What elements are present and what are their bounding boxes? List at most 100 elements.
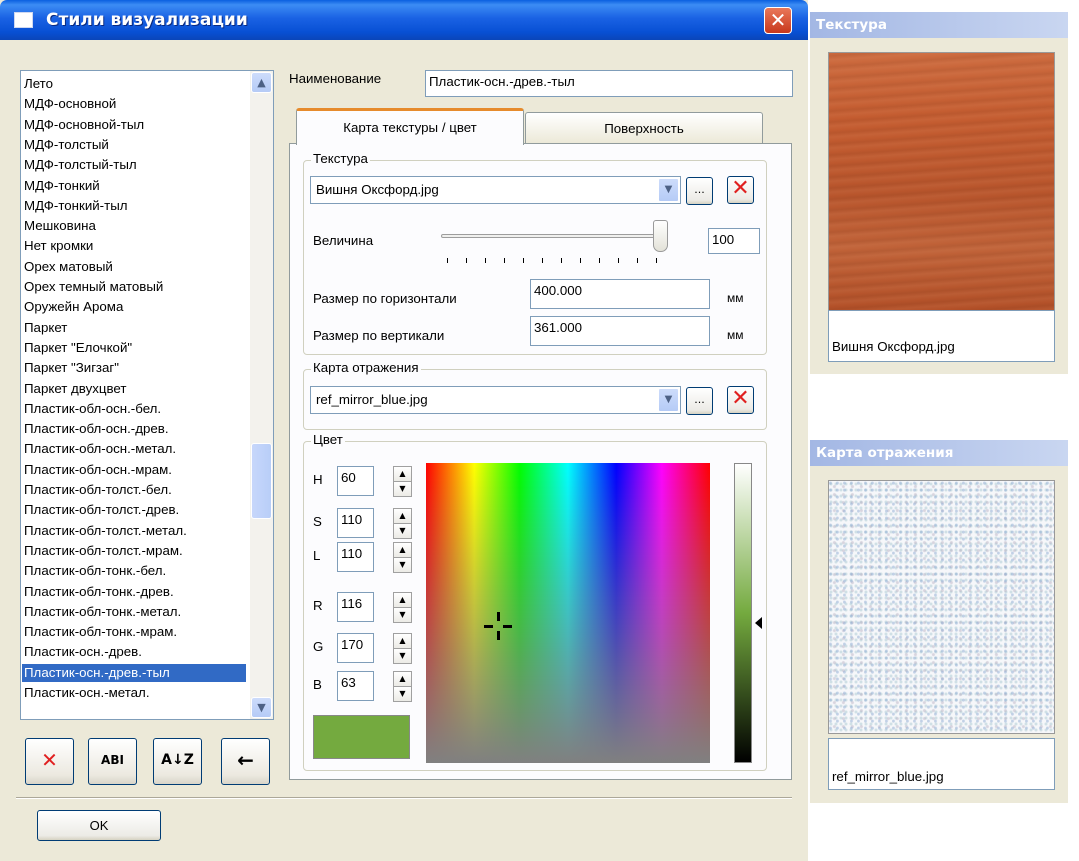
list-item[interactable]: Паркет "Елочкой" <box>24 339 132 357</box>
list-item[interactable]: Орех темный матовый <box>24 278 163 296</box>
rename-style-button[interactable]: ABI <box>88 738 137 785</box>
list-item[interactable]: Пластик-обл-тонк.-древ. <box>24 583 174 601</box>
color-l-spinner[interactable]: ▲ ▼ <box>393 542 412 574</box>
spin-down-icon[interactable]: ▼ <box>393 557 412 573</box>
spin-up-icon[interactable]: ▲ <box>393 671 412 687</box>
list-item[interactable]: Нет кромки <box>24 237 93 255</box>
texture-select-value: Вишня Оксфорд.jpg <box>316 182 439 197</box>
list-item[interactable]: Паркет "Зигзаг" <box>24 359 119 377</box>
spin-down-icon[interactable]: ▼ <box>393 648 412 664</box>
color-group-label: Цвет <box>311 432 345 447</box>
list-item[interactable]: Пластик-осн.-метал. <box>24 684 150 702</box>
color-h-spinner[interactable]: ▲ ▼ <box>393 466 412 498</box>
list-item[interactable]: Орех матовый <box>24 258 113 276</box>
color-g-spinner[interactable]: ▲ ▼ <box>393 633 412 665</box>
spin-up-icon[interactable]: ▲ <box>393 542 412 558</box>
list-item[interactable]: МДФ-тонкий-тыл <box>24 197 128 215</box>
list-item[interactable]: Пластик-обл-осн.-древ. <box>24 420 169 438</box>
h-size-input[interactable]: 400.000 <box>530 279 710 309</box>
name-input[interactable]: Пластик-осн.-древ.-тыл <box>425 70 793 97</box>
list-item[interactable]: Паркет двухцвет <box>24 380 126 398</box>
list-item[interactable]: МДФ-толстый <box>24 136 109 154</box>
luminance-pointer-icon[interactable] <box>755 617 762 629</box>
list-item[interactable]: Пластик-обл-толст.-древ. <box>24 501 179 519</box>
list-item[interactable]: Пластик-осн.-древ.-тыл <box>22 663 246 682</box>
reflection-clear-button[interactable]: ✕ <box>727 386 754 414</box>
list-item[interactable]: МДФ-основной <box>24 95 116 113</box>
list-item[interactable]: Пластик-осн.-древ. <box>24 643 142 661</box>
list-item[interactable]: Пластик-обл-тонк.-мрам. <box>24 623 177 641</box>
list-item[interactable]: Пластик-обл-осн.-метал. <box>24 440 176 458</box>
spin-down-icon[interactable]: ▼ <box>393 523 412 539</box>
ok-button[interactable]: OK <box>37 810 161 841</box>
scroll-thumb[interactable] <box>251 443 272 519</box>
color-g-input[interactable]: 170 <box>337 633 374 663</box>
color-b-input[interactable]: 63 <box>337 671 374 701</box>
list-item[interactable]: Оружейн Арома <box>24 298 123 316</box>
list-item[interactable]: Пластик-обл-толст.-метал. <box>24 522 187 540</box>
v-size-unit: мм <box>727 328 744 342</box>
v-size-input[interactable]: 361.000 <box>530 316 710 346</box>
list-item[interactable]: Пластик-обл-тонк.-бел. <box>24 562 166 580</box>
spin-up-icon[interactable]: ▲ <box>393 508 412 524</box>
scroll-down-icon[interactable]: ▼ <box>251 697 272 718</box>
slider-tick <box>447 258 448 263</box>
reflection-select[interactable]: ref_mirror_blue.jpg ▼ <box>310 386 681 414</box>
list-item[interactable]: Пластик-обл-тонк.-метал. <box>24 603 181 621</box>
texture-group-label: Текстура <box>311 151 370 166</box>
tab-surface-label: Поверхность <box>604 121 684 136</box>
color-s-input[interactable]: 110 <box>337 508 374 538</box>
spin-down-icon[interactable]: ▼ <box>393 481 412 497</box>
spin-up-icon[interactable]: ▲ <box>393 633 412 649</box>
delete-style-button[interactable]: ✕ <box>25 738 74 785</box>
chevron-down-icon[interactable]: ▼ <box>658 388 679 412</box>
texture-select[interactable]: Вишня Оксфорд.jpg ▼ <box>310 176 681 204</box>
texture-clear-button[interactable]: ✕ <box>727 176 754 204</box>
list-scrollbar[interactable]: ▲ ▼ <box>250 71 273 719</box>
sort-styles-button[interactable]: A↓Z <box>153 738 202 785</box>
red-x-icon: ✕ <box>731 176 750 201</box>
arrow-left-icon: ← <box>237 748 254 772</box>
list-item[interactable]: Пластик-обл-толст.-бел. <box>24 481 172 499</box>
spin-up-icon[interactable]: ▲ <box>393 592 412 608</box>
color-h-input[interactable]: 60 <box>337 466 374 496</box>
list-item[interactable]: МДФ-основной-тыл <box>24 116 144 134</box>
color-r-input[interactable]: 116 <box>337 592 374 622</box>
list-item[interactable]: Мешковина <box>24 217 96 235</box>
color-swatch <box>313 715 410 759</box>
list-item[interactable]: Пластик-обл-осн.-бел. <box>24 400 161 418</box>
tab-surface[interactable]: Поверхность <box>525 112 763 143</box>
close-button[interactable]: ✕ <box>764 7 792 34</box>
list-item[interactable]: Пластик-обл-осн.-мрам. <box>24 461 172 479</box>
spin-down-icon[interactable]: ▼ <box>393 686 412 702</box>
slider-tick <box>618 258 619 263</box>
luminance-bar[interactable] <box>734 463 752 763</box>
back-button[interactable]: ← <box>221 738 270 785</box>
color-spectrum[interactable] <box>426 463 710 763</box>
title-bar[interactable]: Стили визуализации ✕ <box>0 0 808 40</box>
list-item[interactable]: Пластик-обл-толст.-мрам. <box>24 542 183 560</box>
list-item[interactable]: Лето <box>24 75 53 93</box>
spin-up-icon[interactable]: ▲ <box>393 466 412 482</box>
magnitude-label: Величина <box>313 233 374 248</box>
sort-az-icon: A↓Z <box>161 752 194 768</box>
scroll-up-icon[interactable]: ▲ <box>251 72 272 93</box>
magnitude-input[interactable]: 100 <box>708 228 760 254</box>
chevron-down-icon[interactable]: ▼ <box>658 178 679 202</box>
color-g-label: G <box>313 639 324 654</box>
magnitude-slider-thumb[interactable] <box>653 220 668 252</box>
spin-down-icon[interactable]: ▼ <box>393 607 412 623</box>
list-item[interactable]: Паркет <box>24 319 67 337</box>
color-s-spinner[interactable]: ▲ ▼ <box>393 508 412 540</box>
styles-list[interactable]: Лето МДФ-основной МДФ-основной-тыл МДФ-толс… <box>20 70 274 720</box>
texture-browse-button[interactable]: ... <box>686 177 713 205</box>
list-item[interactable]: МДФ-тонкий <box>24 177 100 195</box>
list-item[interactable]: МДФ-толстый-тыл <box>24 156 137 174</box>
tab-texture-color[interactable]: Карта текстуры / цвет <box>296 108 524 145</box>
color-s-label: S <box>313 514 322 529</box>
color-b-spinner[interactable]: ▲ ▼ <box>393 671 412 703</box>
color-r-spinner[interactable]: ▲ ▼ <box>393 592 412 624</box>
color-l-input[interactable]: 110 <box>337 542 374 572</box>
reflection-browse-button[interactable]: ... <box>686 387 713 415</box>
magnitude-slider-track[interactable] <box>441 234 663 238</box>
